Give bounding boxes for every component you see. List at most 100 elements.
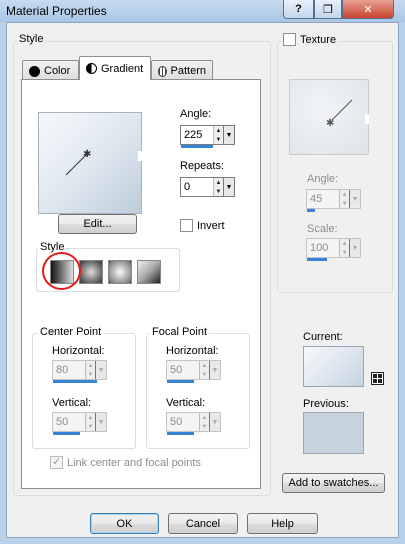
- texture-checkbox-row[interactable]: Texture: [281, 33, 339, 46]
- repeats-input[interactable]: 0 ▲ ▼ ▼: [180, 177, 235, 197]
- down-arrow-icon[interactable]: ▼: [214, 135, 223, 144]
- chevron-down-icon: ▼: [211, 418, 219, 426]
- center-vertical-input[interactable]: 50 ▲ ▼ ▼: [52, 412, 107, 432]
- title-bar: Material Properties ? ❒ ✕: [0, 0, 405, 22]
- texture-scale-slider[interactable]: [307, 258, 327, 261]
- add-to-swatches-button[interactable]: Add to swatches...: [282, 473, 385, 493]
- style-rectangular-button[interactable]: [79, 260, 103, 284]
- invert-checkbox[interactable]: [180, 219, 193, 232]
- chevron-down-icon: ▼: [225, 183, 233, 191]
- previous-swatch[interactable]: [303, 412, 364, 454]
- up-arrow-icon[interactable]: ▲: [86, 413, 95, 422]
- texture-scale-spinner[interactable]: ▲ ▼: [339, 239, 349, 257]
- center-horizontal-dropdown[interactable]: ▼: [95, 361, 106, 379]
- close-button[interactable]: ✕: [342, 0, 394, 19]
- tab-gradient[interactable]: Gradient: [79, 56, 151, 80]
- texture-angle-value: 45: [310, 193, 323, 205]
- focal-point-label: Focal Point: [150, 326, 210, 338]
- angle-label: Angle:: [180, 108, 212, 120]
- repeats-value: 0: [184, 181, 191, 193]
- down-arrow-icon[interactable]: ▼: [200, 422, 209, 431]
- down-arrow-icon[interactable]: ▼: [340, 248, 349, 257]
- link-points-checkbox[interactable]: ✓: [50, 456, 63, 469]
- focal-horizontal-slider[interactable]: [167, 380, 194, 383]
- angle-slider-fill[interactable]: [181, 145, 213, 148]
- repeats-spinner[interactable]: ▲ ▼: [213, 178, 223, 196]
- texture-angle-spinner[interactable]: ▲ ▼: [339, 190, 349, 208]
- down-arrow-icon[interactable]: ▼: [86, 370, 95, 379]
- up-arrow-icon[interactable]: ▲: [214, 178, 223, 187]
- pin-icon: ❒: [323, 3, 333, 16]
- highlight-circle: [42, 252, 81, 290]
- down-arrow-icon[interactable]: ▼: [86, 422, 95, 431]
- question-icon: ?: [295, 3, 302, 15]
- up-arrow-icon[interactable]: ▲: [340, 239, 349, 248]
- focal-vertical-input[interactable]: 50 ▲ ▼ ▼: [166, 412, 221, 432]
- focal-horizontal-spinner[interactable]: ▲ ▼: [199, 361, 209, 379]
- window-title: Material Properties: [6, 4, 107, 18]
- center-horizontal-spinner[interactable]: ▲ ▼: [85, 361, 95, 379]
- half-circle-icon: [86, 63, 97, 74]
- pin-title-button[interactable]: ❒: [314, 0, 342, 19]
- tab-color[interactable]: Color: [22, 60, 79, 81]
- previous-label: Previous:: [303, 398, 349, 410]
- up-arrow-icon[interactable]: ▲: [86, 361, 95, 370]
- down-arrow-icon[interactable]: ▼: [214, 187, 223, 196]
- up-arrow-icon[interactable]: ▲: [200, 413, 209, 422]
- texture-angle-input[interactable]: 45 ▲ ▼ ▼: [306, 189, 361, 209]
- down-arrow-icon[interactable]: ▼: [340, 199, 349, 208]
- gradient-preview[interactable]: ✱: [38, 112, 142, 214]
- current-swatch[interactable]: [303, 346, 364, 387]
- angle-value: 225: [184, 129, 203, 141]
- tab-gradient-label: Gradient: [101, 62, 144, 75]
- checkmark-icon: ✓: [52, 456, 62, 468]
- texture-scroll-mark: [365, 114, 369, 124]
- texture-scale-input[interactable]: 100 ▲ ▼ ▼: [306, 238, 361, 258]
- focal-horizontal-input[interactable]: 50 ▲ ▼ ▼: [166, 360, 221, 380]
- texture-checkbox[interactable]: [283, 33, 296, 46]
- texture-angle-slider[interactable]: [307, 209, 315, 212]
- up-arrow-icon[interactable]: ▲: [340, 190, 349, 199]
- texture-scale-dropdown[interactable]: ▼: [349, 239, 360, 257]
- ok-button[interactable]: OK: [90, 513, 159, 534]
- chevron-down-icon: ▼: [225, 131, 233, 139]
- texture-label: Texture: [300, 33, 337, 46]
- dialog-client: Style Color Gradient Pattern ✱ Edit... A…: [6, 22, 399, 538]
- up-arrow-icon[interactable]: ▲: [200, 361, 209, 370]
- tab-pattern-label: Pattern: [170, 65, 206, 77]
- angle-spinner[interactable]: ▲ ▼: [213, 126, 223, 144]
- chevron-down-icon: ▼: [97, 366, 105, 374]
- center-vertical-spinner[interactable]: ▲ ▼: [85, 413, 95, 431]
- focal-vertical-spinner[interactable]: ▲ ▼: [199, 413, 209, 431]
- repeats-label: Repeats:: [180, 160, 225, 172]
- repeats-dropdown-button[interactable]: ▼: [223, 178, 234, 196]
- focal-vertical-slider[interactable]: [167, 432, 194, 435]
- center-horizontal-input[interactable]: 80 ▲ ▼ ▼: [52, 360, 107, 380]
- edit-gradient-button[interactable]: Edit...: [58, 214, 137, 234]
- link-points-row[interactable]: ✓ Link center and focal points: [50, 456, 201, 469]
- style-sunburst-button[interactable]: [108, 260, 132, 284]
- angle-input[interactable]: 225 ▲ ▼ ▼: [180, 125, 235, 145]
- angle-dropdown-button[interactable]: ▼: [223, 126, 234, 144]
- up-arrow-icon[interactable]: ▲: [214, 126, 223, 135]
- center-vertical-slider[interactable]: [53, 432, 80, 435]
- gradient-angle-handle-icon: ✱: [65, 149, 91, 176]
- gradient-panel: ✱ Edit... Angle: 225 ▲ ▼ ▼ Repeats: 0 ▲ ▼ …: [21, 79, 261, 489]
- focal-horizontal-dropdown[interactable]: ▼: [209, 361, 220, 379]
- current-label: Current:: [303, 331, 343, 343]
- center-vertical-dropdown[interactable]: ▼: [95, 413, 106, 431]
- center-horizontal-slider[interactable]: [53, 380, 97, 383]
- swatch-grid-icon[interactable]: [371, 372, 384, 385]
- cancel-button[interactable]: Cancel: [168, 513, 238, 534]
- texture-angle-dropdown[interactable]: ▼: [349, 190, 360, 208]
- chevron-down-icon: ▼: [351, 244, 359, 252]
- help-title-button[interactable]: ?: [283, 0, 314, 19]
- focal-vertical-dropdown[interactable]: ▼: [209, 413, 220, 431]
- invert-checkbox-row[interactable]: Invert: [180, 219, 225, 232]
- down-arrow-icon[interactable]: ▼: [200, 370, 209, 379]
- style-radial-button[interactable]: [137, 260, 161, 284]
- help-button[interactable]: Help: [247, 513, 318, 534]
- center-vertical-value: 50: [56, 416, 69, 428]
- texture-scale-value: 100: [310, 242, 329, 254]
- tab-pattern[interactable]: Pattern: [151, 60, 213, 81]
